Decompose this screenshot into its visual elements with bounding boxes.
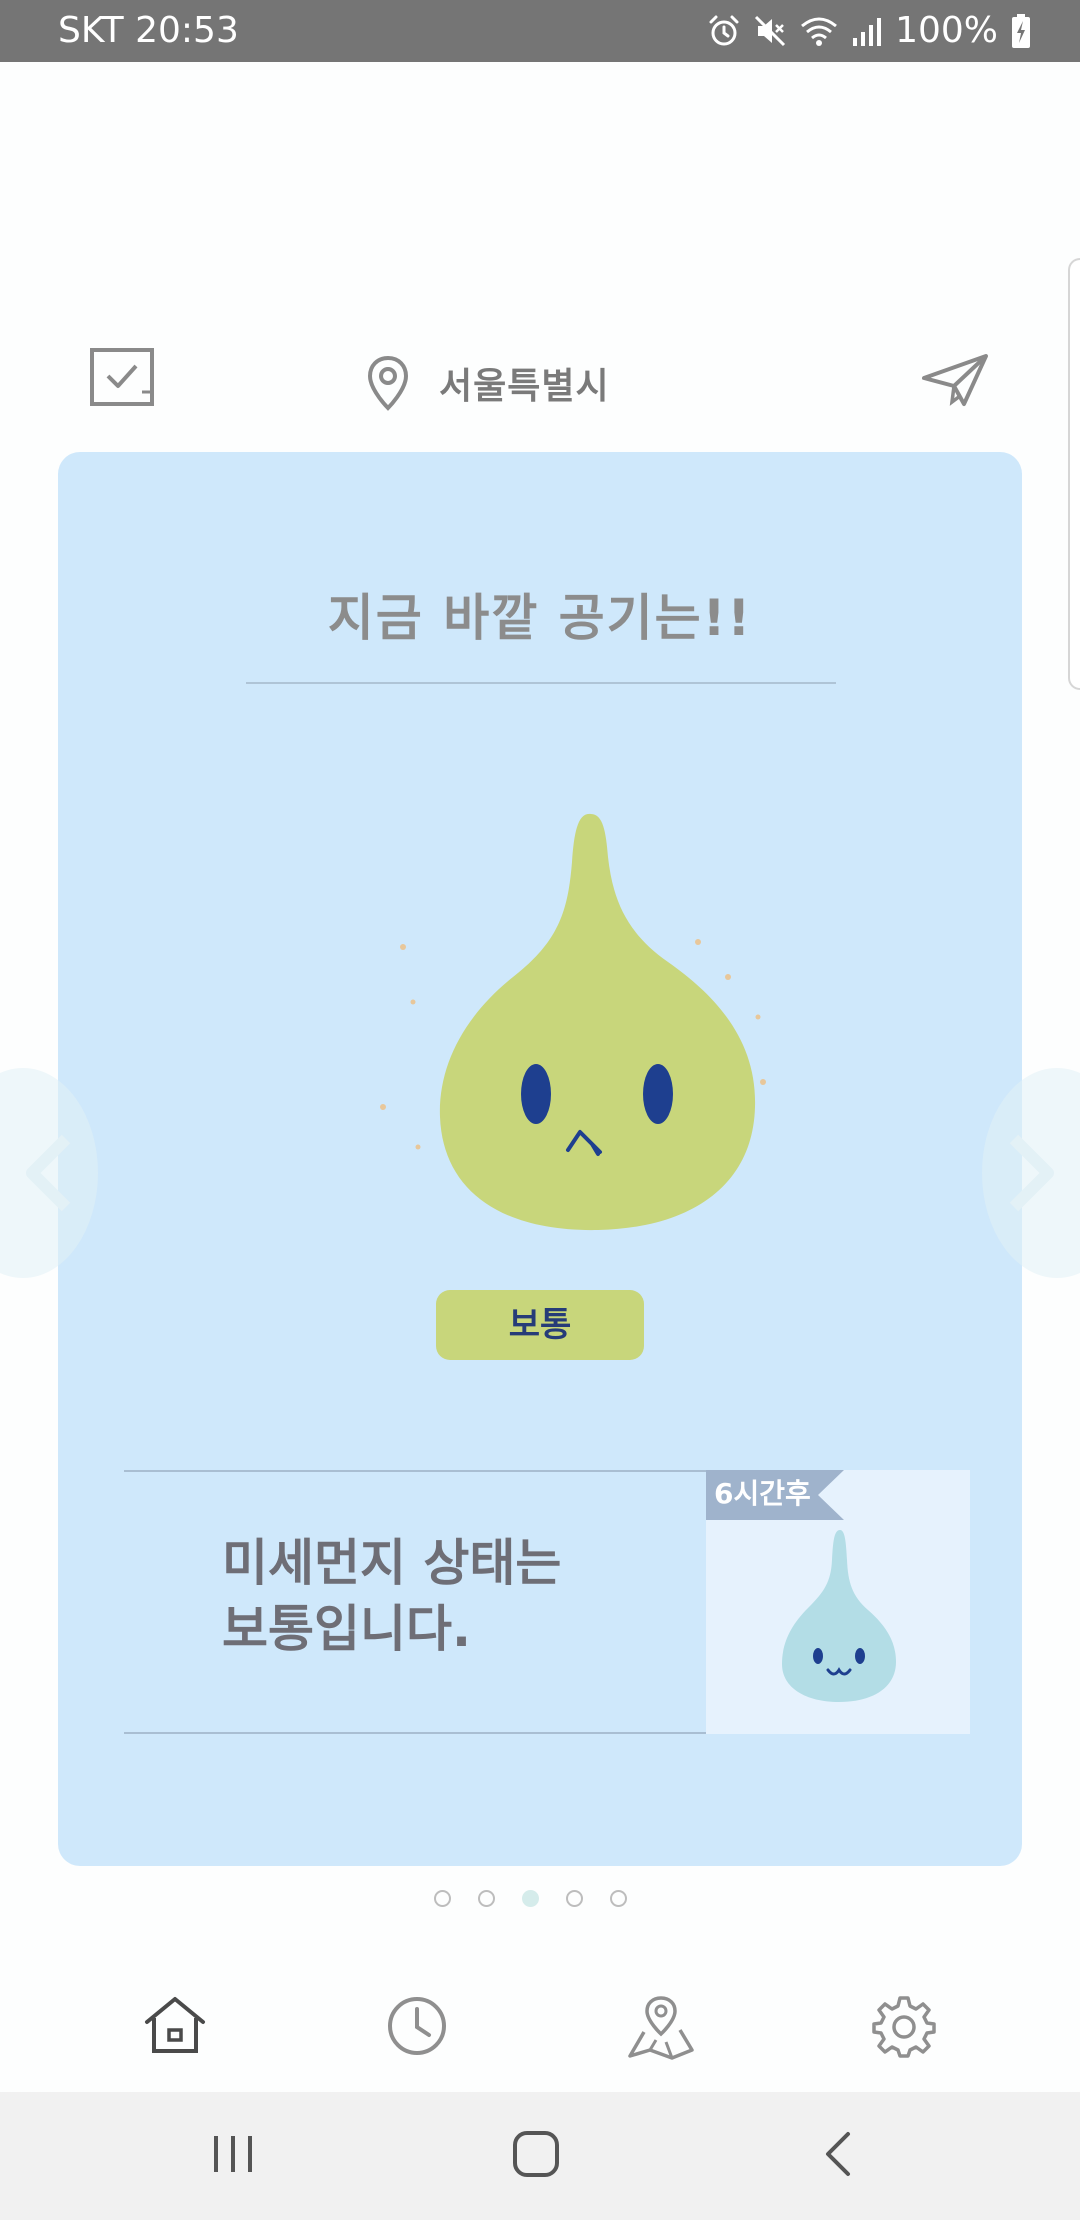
dust-mascot-image xyxy=(380,813,766,1231)
location-selector[interactable]: 서울특별시 xyxy=(365,350,610,416)
city-name: 서울특별시 xyxy=(439,366,610,407)
title-divider xyxy=(246,682,836,684)
page-dot[interactable] xyxy=(610,1890,627,1907)
alarm-icon xyxy=(709,15,739,46)
chevron-right-icon[interactable] xyxy=(1006,1133,1058,1213)
forecast-panel[interactable]: 6시간후 xyxy=(706,1470,970,1734)
checklist-icon[interactable] xyxy=(88,346,158,408)
clock-icon[interactable] xyxy=(385,1994,449,2058)
bottom-navigation xyxy=(0,1960,1080,2092)
battery-charging-icon xyxy=(1012,14,1030,48)
map-pin-icon[interactable] xyxy=(626,1994,696,2062)
mute-icon xyxy=(755,15,786,47)
forecast-label: 6시간후 xyxy=(714,1477,811,1510)
dust-status-message: 미세먼지 상태는 보통입니다. xyxy=(222,1530,622,1662)
page-dot-active[interactable] xyxy=(522,1890,539,1907)
message-line-1: 미세먼지 상태는 xyxy=(222,1534,562,1592)
air-quality-card: 지금 바깥 공기는!! 보통 미세먼지 상태는 보통입니다. 6시간후 xyxy=(58,452,1022,1866)
edge-panel-handle[interactable] xyxy=(1068,258,1080,690)
signal-icon xyxy=(853,18,882,46)
system-navigation-bar xyxy=(0,2092,1080,2220)
recent-apps-icon[interactable] xyxy=(210,2128,256,2180)
forecast-mascot-image xyxy=(782,1530,896,1702)
settings-gear-icon[interactable] xyxy=(872,1994,936,2058)
carrier-time: SKT 20:53 xyxy=(58,10,239,51)
send-icon[interactable] xyxy=(920,350,990,410)
chevron-left-icon[interactable] xyxy=(22,1133,74,1213)
home-icon[interactable] xyxy=(142,1994,208,2056)
page-dot[interactable] xyxy=(434,1890,451,1907)
location-pin-icon xyxy=(367,355,409,411)
page-indicator xyxy=(434,1890,627,1907)
home-circle-icon[interactable] xyxy=(510,2128,562,2180)
status-bar: SKT 20:53 100% xyxy=(0,0,1080,62)
status-icons: 100% xyxy=(707,8,1032,54)
message-line-2: 보통입니다. xyxy=(222,1600,471,1658)
card-title: 지금 바깥 공기는!! xyxy=(327,589,753,647)
battery-percent: 100% xyxy=(895,10,998,51)
info-divider-bottom xyxy=(124,1732,770,1734)
back-chevron-icon[interactable] xyxy=(818,2128,858,2180)
page-dot[interactable] xyxy=(566,1890,583,1907)
wifi-icon xyxy=(801,17,838,46)
page-dot[interactable] xyxy=(478,1890,495,1907)
grade-badge: 보통 xyxy=(436,1290,644,1360)
